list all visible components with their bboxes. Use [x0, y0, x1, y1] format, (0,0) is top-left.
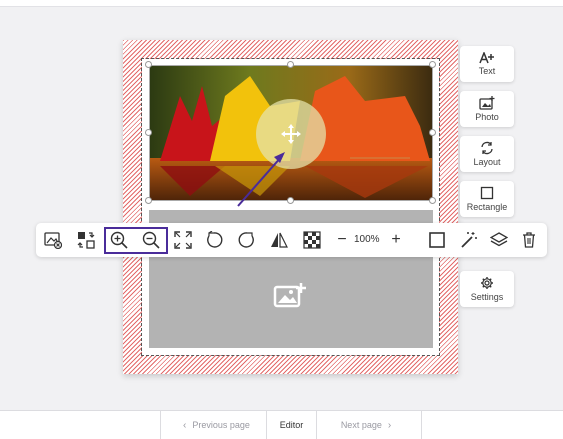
rotate-right-icon [238, 232, 254, 248]
resize-handle-mr[interactable] [429, 129, 436, 136]
side-layout-label: Layout [473, 157, 501, 167]
page-navigation: ‹ Previous page Editor Next page › [160, 411, 422, 439]
side-photo-label: Photo [475, 112, 499, 122]
delete-button[interactable] [518, 229, 540, 251]
zoom-out-icon [142, 231, 160, 249]
side-photo-button[interactable]: Photo [460, 91, 514, 127]
swap-image-button[interactable] [75, 229, 97, 251]
move-arrows-icon [281, 124, 301, 144]
rotate-left-icon [207, 231, 223, 248]
zoom-out-button[interactable] [140, 229, 162, 251]
editor-label: Editor [279, 420, 304, 430]
zoom-in-button[interactable] [108, 229, 130, 251]
zoom-level: 100% [354, 234, 380, 245]
swap-icon [77, 232, 95, 249]
side-layout-button[interactable]: Layout [460, 136, 514, 172]
resize-handle-tl[interactable] [145, 61, 152, 68]
side-rectangle-button[interactable]: Rectangle [460, 181, 514, 217]
fit-icon [174, 231, 192, 249]
image-remove-button[interactable] [42, 229, 64, 251]
photo-add-icon [479, 96, 495, 110]
side-settings-button[interactable]: Settings [460, 271, 514, 307]
transparency-button[interactable] [301, 229, 323, 251]
trash-icon [523, 232, 535, 248]
flip-icon [271, 232, 288, 248]
resize-handle-tc[interactable] [287, 61, 294, 68]
side-text-button[interactable]: Text [460, 46, 514, 82]
border-icon [429, 232, 445, 248]
fit-button[interactable] [172, 229, 194, 251]
add-image-icon[interactable] [273, 281, 307, 314]
layers-icon [490, 232, 508, 247]
rotate-left-button[interactable] [203, 229, 225, 251]
transparency-icon [303, 231, 321, 249]
bottom-bar: ‹ Previous page Editor Next page › [0, 410, 563, 439]
image-remove-icon [44, 232, 62, 249]
gear-icon [481, 277, 493, 289]
resize-handle-br[interactable] [429, 197, 436, 204]
resize-handle-ml[interactable] [145, 129, 152, 136]
zoom-minus-button[interactable]: − [331, 229, 353, 251]
next-page-button[interactable]: Next page › [316, 411, 422, 439]
resize-handle-bl[interactable] [145, 197, 152, 204]
image-toolbar: − 100% + [36, 223, 547, 257]
zoom-plus-button[interactable]: + [385, 229, 407, 251]
side-settings-label: Settings [470, 292, 504, 302]
chevron-left-icon: ‹ [183, 419, 187, 431]
editor-tab[interactable]: Editor [266, 411, 316, 439]
zoom-in-icon [110, 231, 128, 249]
rotate-right-button[interactable] [236, 229, 258, 251]
flip-button[interactable] [268, 229, 290, 251]
previous-page-button[interactable]: ‹ Previous page [160, 411, 266, 439]
side-text-label: Text [478, 66, 496, 76]
magic-wand-button[interactable] [458, 229, 480, 251]
layout-refresh-icon [481, 141, 493, 155]
layers-button[interactable] [488, 229, 510, 251]
resize-handle-tr[interactable] [429, 61, 436, 68]
previous-page-label: Previous page [192, 420, 250, 430]
move-handle[interactable] [256, 99, 326, 169]
chevron-right-icon: › [387, 419, 392, 431]
resize-handle-bc[interactable] [287, 197, 294, 204]
rectangle-icon [480, 186, 494, 200]
next-page-label: Next page [340, 420, 382, 430]
top-bar [0, 0, 563, 7]
side-rectangle-label: Rectangle [466, 202, 508, 212]
text-add-icon [479, 52, 494, 64]
border-button[interactable] [426, 229, 448, 251]
magic-wand-icon [461, 232, 477, 248]
